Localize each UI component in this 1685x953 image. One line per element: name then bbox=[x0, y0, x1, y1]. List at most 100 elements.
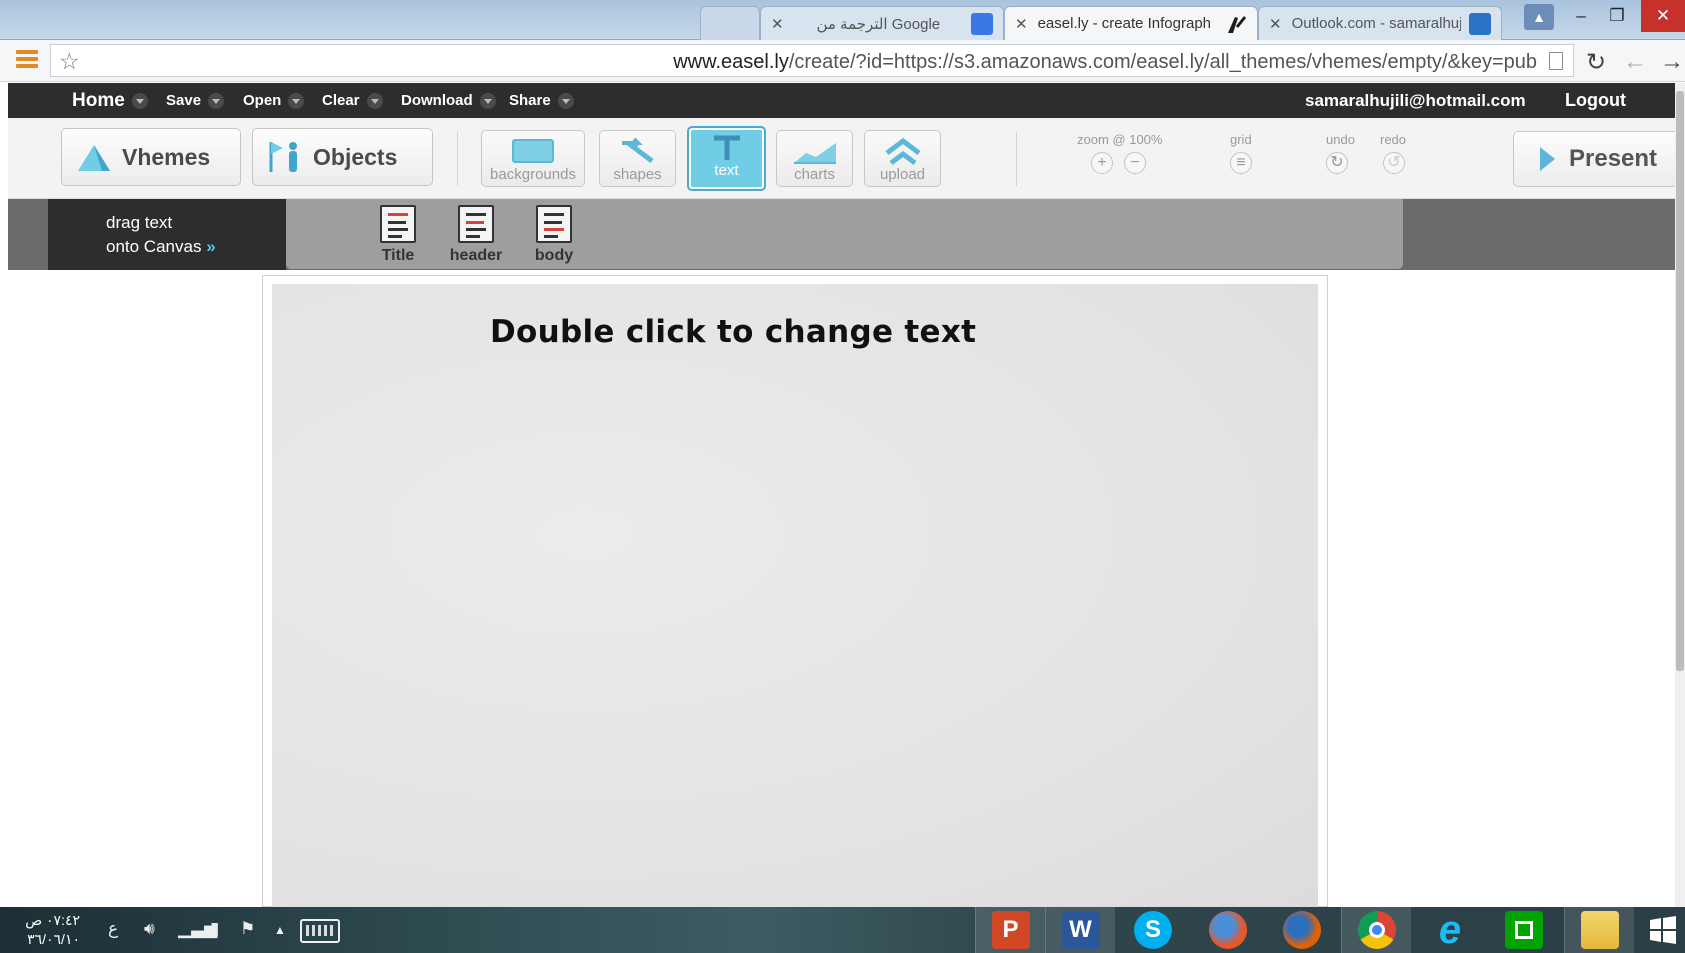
text-drawer: drag text onto Canvas » Title header bod… bbox=[8, 199, 1677, 270]
present-button[interactable]: Present bbox=[1513, 131, 1681, 187]
chevron-down-icon bbox=[479, 92, 496, 109]
chrome-icon[interactable] bbox=[1341, 907, 1411, 953]
firefox-icon[interactable] bbox=[1267, 907, 1337, 953]
chevron-down-icon bbox=[557, 92, 574, 109]
shapes-icon bbox=[621, 137, 653, 163]
system-clock[interactable]: ٠٧:٤٢ ص ٣٦/٠٦/١٠ bbox=[18, 911, 80, 949]
touch-keyboard-icon[interactable] bbox=[300, 919, 340, 943]
word-icon[interactable]: W bbox=[1045, 907, 1115, 953]
nav-share[interactable]: Share bbox=[509, 83, 574, 118]
nav-open[interactable]: Open bbox=[243, 83, 305, 118]
chevron-down-icon bbox=[131, 92, 148, 109]
input-language[interactable]: ع bbox=[108, 919, 118, 939]
nav-save[interactable]: Save bbox=[166, 83, 225, 118]
drag-hint: drag text onto Canvas » bbox=[48, 199, 286, 270]
nav-download[interactable]: Download bbox=[401, 83, 496, 118]
tab-easelly[interactable]: ✕ easel.ly - create Infograph bbox=[1004, 6, 1258, 40]
easelly-top-nav: Home Save Open Clear Download Share sama… bbox=[8, 83, 1685, 118]
back-icon[interactable]: ← bbox=[1623, 48, 1647, 76]
undo-icon[interactable]: ↻ bbox=[1326, 152, 1348, 174]
battery-icon[interactable]: ▮ bbox=[210, 919, 219, 939]
text-icon bbox=[713, 135, 740, 160]
close-window-button[interactable]: ✕ bbox=[1641, 0, 1685, 32]
drawer-panel: Title header body bbox=[286, 199, 1403, 269]
internet-explorer-icon[interactable]: e bbox=[1415, 907, 1485, 953]
powerpoint-icon[interactable]: P bbox=[975, 907, 1045, 953]
browser-user-icon[interactable]: ▲ bbox=[1524, 4, 1554, 30]
title-text-icon bbox=[380, 205, 416, 243]
tab-google-translate[interactable]: ✕ الترجمة من Google bbox=[760, 6, 1004, 40]
show-hidden-icons-icon[interactable]: ▲ bbox=[274, 923, 286, 937]
nav-clear[interactable]: Clear bbox=[322, 83, 383, 118]
easelly-toolbar: Vhemes Objects backgrounds shapes text c… bbox=[8, 118, 1681, 199]
grid-label: grid bbox=[1230, 132, 1252, 147]
reload-icon[interactable]: ↻ bbox=[1586, 48, 1606, 77]
browser-tab-bar: ✕ الترجمة من Google ✕ easel.ly - create … bbox=[0, 0, 1685, 40]
canvas-frame: Double click to change text bbox=[262, 275, 1328, 908]
zoom-out-icon[interactable]: − bbox=[1124, 152, 1146, 174]
chrome-menu-icon[interactable] bbox=[16, 50, 38, 70]
redo-icon[interactable]: ↺ bbox=[1383, 152, 1405, 174]
tab-label: Outlook.com - samaralhuj bbox=[1291, 15, 1461, 32]
store-icon[interactable] bbox=[1489, 907, 1559, 953]
user-email[interactable]: samaralhujili@hotmail.com bbox=[1305, 83, 1526, 118]
windows-taskbar: ٠٧:٤٢ ص ٣٦/٠٦/١٠ ع 🔊︎ ▁▃▅ ▮ ⚑ ▲ P W S e bbox=[0, 907, 1685, 953]
upload-tool[interactable]: upload bbox=[864, 130, 941, 187]
backgrounds-tool[interactable]: backgrounds bbox=[481, 130, 585, 187]
windows-start-icon[interactable] bbox=[1640, 907, 1685, 953]
vertical-scrollbar[interactable] bbox=[1675, 83, 1685, 907]
chevron-down-icon bbox=[366, 92, 383, 109]
redo-label: redo bbox=[1380, 132, 1407, 147]
zoom-label: zoom @ 100% bbox=[1077, 132, 1163, 147]
infographic-canvas[interactable]: Double click to change text bbox=[272, 284, 1318, 908]
bookmark-star-icon[interactable]: ☆ bbox=[59, 48, 80, 75]
undo-label: undo bbox=[1326, 132, 1355, 147]
canvas-text-element[interactable]: Double click to change text bbox=[490, 314, 976, 350]
text-tool[interactable]: text bbox=[687, 126, 766, 191]
divider bbox=[457, 132, 458, 186]
easelly-icon bbox=[1225, 13, 1247, 35]
close-tab-icon[interactable]: ✕ bbox=[1015, 15, 1028, 33]
screen: ✕ الترجمة من Google ✕ easel.ly - create … bbox=[0, 0, 1685, 953]
close-tab-icon[interactable]: ✕ bbox=[771, 15, 784, 33]
nav-home[interactable]: Home bbox=[72, 83, 148, 118]
grid-icon[interactable]: ≡ bbox=[1230, 152, 1252, 174]
file-explorer-icon[interactable] bbox=[1564, 907, 1634, 953]
vhemes-icon bbox=[78, 145, 110, 171]
firefox-beta-icon[interactable] bbox=[1193, 907, 1263, 953]
skype-icon[interactable]: S bbox=[1118, 907, 1188, 953]
text-item-body[interactable]: body bbox=[524, 205, 584, 265]
address-bar: ☆ www.easel.ly/create/?id=https://s3.ama… bbox=[0, 40, 1685, 82]
text-item-header[interactable]: header bbox=[446, 205, 506, 265]
divider bbox=[1016, 132, 1017, 186]
chevron-down-icon bbox=[288, 92, 305, 109]
chevron-down-icon bbox=[208, 92, 225, 109]
close-tab-icon[interactable]: ✕ bbox=[1269, 15, 1282, 33]
tab-label: easel.ly - create Infograph bbox=[1037, 15, 1212, 32]
text-item-title[interactable]: Title bbox=[368, 205, 428, 265]
forward-icon[interactable]: → bbox=[1660, 48, 1684, 76]
page-icon bbox=[1549, 52, 1563, 70]
objects-button[interactable]: Objects bbox=[252, 128, 433, 186]
volume-icon[interactable]: 🔊︎ bbox=[144, 919, 155, 939]
restore-button[interactable]: ❐ bbox=[1596, 0, 1638, 32]
url-text: www.easel.ly/create/?id=https://s3.amazo… bbox=[673, 51, 1537, 73]
new-tab-button[interactable] bbox=[700, 6, 760, 40]
vhemes-button[interactable]: Vhemes bbox=[61, 128, 241, 186]
charts-tool[interactable]: charts bbox=[776, 130, 853, 187]
google-translate-icon bbox=[971, 12, 993, 35]
backgrounds-icon bbox=[512, 139, 554, 163]
tab-outlook[interactable]: ✕ Outlook.com - samaralhuj bbox=[1258, 6, 1502, 40]
outlook-icon bbox=[1469, 12, 1491, 35]
flag-icon[interactable]: ⚑ bbox=[240, 919, 255, 939]
header-text-icon bbox=[458, 205, 494, 243]
body-text-icon bbox=[536, 205, 572, 243]
objects-icon bbox=[269, 142, 297, 172]
upload-icon bbox=[885, 137, 920, 165]
url-field[interactable]: ☆ www.easel.ly/create/?id=https://s3.ama… bbox=[50, 44, 1574, 77]
logout-link[interactable]: Logout bbox=[1565, 83, 1626, 118]
zoom-in-icon[interactable]: + bbox=[1091, 152, 1113, 174]
charts-icon bbox=[793, 143, 836, 164]
shapes-tool[interactable]: shapes bbox=[599, 130, 676, 187]
double-arrow-icon: » bbox=[206, 237, 216, 256]
